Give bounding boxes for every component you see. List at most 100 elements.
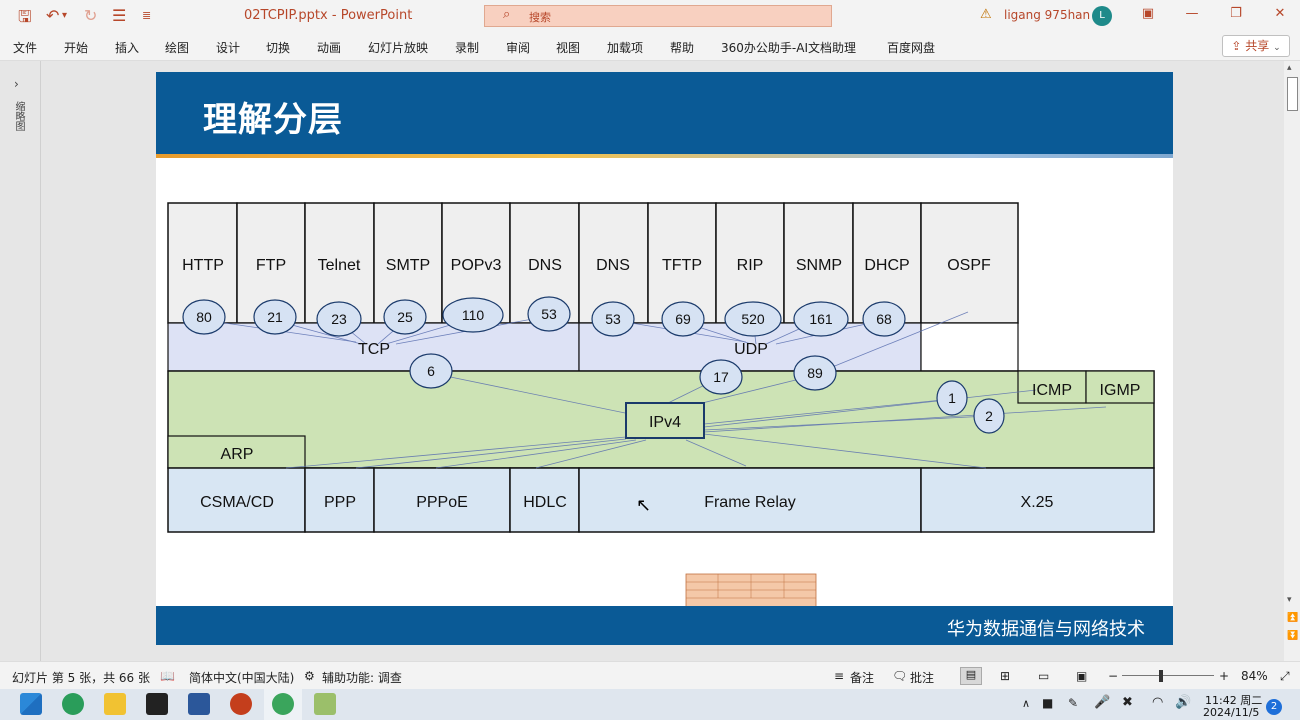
zoom-level[interactable]: 84% [1241,669,1268,683]
save-icon[interactable]: 🖫 [18,6,32,33]
app-icon[interactable] [314,693,336,715]
tab-insert[interactable]: 插入 [115,39,139,56]
icmp-label: ICMP [1032,382,1072,399]
customize-toolbar-icon[interactable]: ≣ [142,9,151,22]
ribbon-display-icon[interactable]: ▣ [1138,6,1158,21]
zoom-slider[interactable] [1122,675,1214,676]
user-name[interactable]: ligang 975han [1004,8,1090,22]
app-label-dns-udp: DNS [596,257,630,274]
tab-360-assistant[interactable]: 360办公助手-AI文档助理 [721,39,856,56]
notification-badge[interactable]: 2 [1266,699,1282,715]
spellcheck-icon[interactable]: 📖 [160,669,175,683]
zoom-slider-thumb[interactable] [1159,670,1163,682]
undo-dropdown-icon[interactable]: ▾ [62,10,67,21]
minimize-icon[interactable]: — [1182,6,1202,21]
normal-view-icon[interactable]: ▤ [960,667,982,685]
tray-overflow-icon[interactable]: ∧ [1022,697,1030,710]
language-indicator[interactable]: 简体中文(中国大陆) [189,669,294,686]
proto-label-2: 2 [985,408,993,424]
edge-browser-icon[interactable] [62,693,84,715]
taskbar: ∧ ■ ✎ 🎤 ✖ ◠ 🔊 [0,689,1300,720]
slideshow-view-icon[interactable]: ▣ [1076,669,1087,683]
notes-button[interactable]: 备注 [850,669,874,686]
microphone-icon[interactable]: 🎤 [1094,695,1110,710]
link-label-x25: X.25 [1021,494,1054,511]
tab-transitions[interactable]: 切换 [266,39,290,56]
wifi-icon[interactable]: ◠ [1152,695,1163,710]
tray-close-icon[interactable]: ✖ [1122,695,1133,710]
accessibility-icon[interactable]: ⚙ [304,669,315,683]
ipv4-label: IPv4 [649,414,681,431]
share-button[interactable]: ⇪ 共享 ⌄ [1222,35,1290,57]
tab-slideshow[interactable]: 幻灯片放映 [368,39,428,56]
comments-icon: 🗨 [892,669,908,683]
clock-date[interactable]: 2024/11/5 [1203,706,1259,719]
wechat-icon[interactable] [272,693,294,715]
powerpoint-icon[interactable] [230,693,252,715]
comments-button[interactable]: 批注 [910,669,934,686]
search-placeholder: 搜索 [529,11,551,24]
undo-icon[interactable]: ↶ [46,6,59,25]
app-label-http: HTTP [182,257,224,274]
udp-label: UDP [734,341,768,358]
tab-record[interactable]: 录制 [455,39,479,56]
avatar[interactable]: L [1092,6,1112,26]
restore-icon[interactable]: ❐ [1226,6,1246,21]
tab-design[interactable]: 设计 [216,39,240,56]
tab-review[interactable]: 审阅 [506,39,530,56]
link-label-ppp: PPP [324,494,356,511]
slideshow-start-icon[interactable]: ☰ [112,6,126,25]
previous-slide-icon[interactable]: ⏫ [1287,613,1298,623]
tab-home[interactable]: 开始 [64,39,88,56]
tab-draw[interactable]: 绘图 [165,39,189,56]
search-icon: ⌕ [503,7,511,22]
search-box[interactable]: ⌕ 搜索 [484,5,832,27]
next-slide-icon[interactable]: ⏬ [1287,631,1298,641]
proto-label-6: 6 [427,363,435,379]
vertical-scrollbar[interactable]: ▴ ▾ ⏫ ⏬ [1284,61,1300,661]
thumbnail-pane-label[interactable]: 缩略图 [11,101,26,131]
proto-label-89: 89 [807,365,823,381]
file-explorer-icon[interactable] [104,693,126,715]
port-label-21: 21 [267,309,283,325]
scroll-up-icon[interactable]: ▴ [1287,63,1292,73]
scrollbar-thumb[interactable] [1287,77,1298,111]
tab-addins[interactable]: 加载项 [607,39,643,56]
tab-help[interactable]: 帮助 [670,39,694,56]
terminal-icon[interactable] [146,693,168,715]
tab-file[interactable]: 文件 [13,39,37,56]
app-label-telnet: Telnet [318,257,361,274]
link-label-csma-cd: CSMA/CD [200,494,274,511]
volume-icon[interactable]: 🔊 [1175,695,1191,710]
port-label-69: 69 [675,311,691,327]
tab-view[interactable]: 视图 [556,39,580,56]
proto-label-1: 1 [948,390,956,406]
slide-sorter-icon[interactable]: ⊞ [1000,669,1010,683]
word-icon[interactable] [188,693,210,715]
windows-start-icon[interactable] [20,693,42,715]
tray-pen-icon[interactable]: ✎ [1068,696,1078,710]
embedded-table-thumbnail[interactable] [685,573,817,609]
ospf-gap [920,322,1019,372]
tab-animations[interactable]: 动画 [317,39,341,56]
tray-app-icon[interactable]: ■ [1042,696,1053,710]
scroll-down-icon[interactable]: ▾ [1287,595,1292,605]
app-label-rip: RIP [737,257,764,274]
expand-pane-icon[interactable]: › [14,77,19,91]
notes-icon: ≡ [834,669,845,683]
port-label-53-tcp: 53 [541,306,557,322]
close-icon[interactable]: ✕ [1270,6,1290,21]
accessibility-status[interactable]: 辅助功能: 调查 [322,669,402,686]
slide-canvas[interactable]: 理解分层 HTTP FTP Telnet SMTP POPv3 DNS DNS … [156,72,1173,645]
reading-view-icon[interactable]: ▭ [1038,669,1049,683]
port-label-80: 80 [196,309,212,325]
port-label-53-udp: 53 [605,311,621,327]
fit-slide-icon[interactable]: ⤢ [1280,669,1290,684]
warning-icon[interactable]: ⚠ [980,7,992,22]
title-bar: 🖫 ↶ ▾ ↻ ☰ ≣ 02TCPIP.pptx - PowerPoint ⌕ … [0,0,1300,32]
tab-baidu-netdisk[interactable]: 百度网盘 [887,39,935,56]
zoom-in-button[interactable]: + [1219,669,1229,683]
share-icon: ⇪ [1231,39,1242,53]
zoom-out-button[interactable]: − [1108,669,1118,683]
redo-icon[interactable]: ↻ [84,6,97,25]
